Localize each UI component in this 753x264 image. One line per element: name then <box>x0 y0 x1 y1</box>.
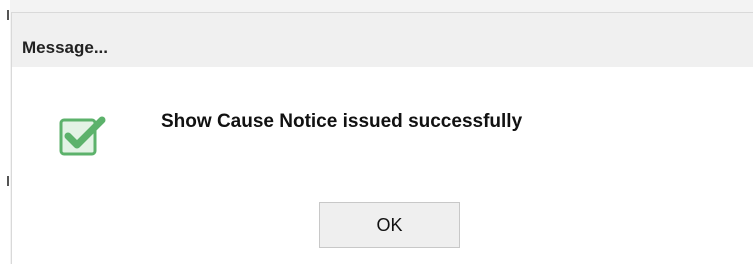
edge-tick <box>7 176 9 186</box>
dialog-message: Show Cause Notice issued successfully <box>161 111 523 132</box>
dialog-titlebar[interactable]: Message... <box>12 13 753 67</box>
background-window-text <box>398 0 518 5</box>
dialog-title: Message... <box>22 38 108 57</box>
message-dialog: Message... Show Cause Notice issued succ… <box>11 12 753 264</box>
checkbox-checked-icon <box>58 112 112 158</box>
ok-button[interactable]: OK <box>319 202 460 248</box>
background-window-edge <box>0 0 10 264</box>
screen: Message... Show Cause Notice issued succ… <box>0 0 753 264</box>
edge-tick <box>7 10 9 20</box>
